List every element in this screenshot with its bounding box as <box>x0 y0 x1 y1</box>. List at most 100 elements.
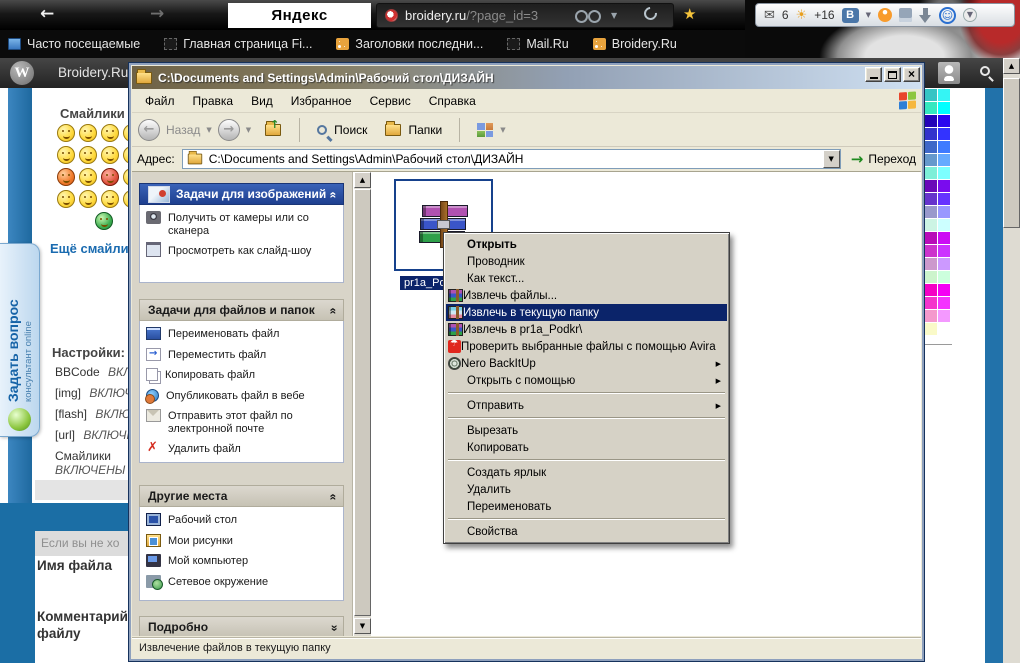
place-item[interactable]: Мой компьютер <box>146 555 337 568</box>
smiley-icon[interactable] <box>101 146 119 164</box>
smiley-icon[interactable] <box>79 190 97 208</box>
palette-swatch[interactable] <box>938 258 950 270</box>
palette-swatch[interactable] <box>925 271 937 283</box>
minimize-button[interactable] <box>865 67 882 82</box>
palette-swatch[interactable] <box>925 128 937 140</box>
search-button[interactable]: Поиск <box>310 119 374 141</box>
context-menu-item[interactable]: Удалить <box>446 481 727 498</box>
palette-swatch[interactable] <box>938 310 950 322</box>
go-arrow-icon[interactable]: → <box>851 150 864 168</box>
palette-swatch[interactable] <box>938 180 950 192</box>
smiley-icon[interactable] <box>57 146 75 164</box>
ask-question-tab[interactable]: Задать вопрос консультант online <box>0 243 40 437</box>
bookmark-item[interactable]: Broidery.Ru <box>593 37 677 51</box>
yandex-smiley-icon[interactable]: ☺ <box>939 7 956 24</box>
task-item[interactable]: Переместить файл <box>146 349 337 362</box>
scrollbar-thumb[interactable] <box>1003 78 1020 228</box>
maximize-button[interactable] <box>884 67 901 82</box>
palette-swatch[interactable] <box>925 219 937 231</box>
scrollbar-thumb[interactable] <box>354 189 371 616</box>
palette-swatch[interactable] <box>938 206 950 218</box>
palette-swatch[interactable] <box>938 271 950 283</box>
scroll-up-button[interactable]: ▲ <box>1003 58 1020 74</box>
site-title[interactable]: Broidery.Ru <box>58 65 128 80</box>
panel-header[interactable]: Другие места « <box>139 485 344 507</box>
palette-swatch[interactable] <box>938 232 950 244</box>
palette-swatch[interactable] <box>925 323 937 335</box>
context-menu-item[interactable]: Переименовать <box>446 498 727 515</box>
palette-swatch[interactable] <box>938 219 950 231</box>
address-input[interactable]: C:\Documents and Settings\Admin\Рабочий … <box>182 149 841 169</box>
palette-swatch[interactable] <box>925 180 937 192</box>
smiley-icon[interactable] <box>101 190 119 208</box>
palette-swatch[interactable] <box>925 102 937 114</box>
panel-header[interactable]: Подробно « <box>139 616 344 636</box>
palette-swatch[interactable] <box>938 284 950 296</box>
menu-item[interactable]: Файл <box>136 91 184 111</box>
context-menu-item[interactable] <box>446 456 727 464</box>
context-menu-item[interactable]: Nero BackItUp <box>446 355 727 372</box>
browser-scrollbar[interactable]: ▲ <box>1003 58 1020 663</box>
context-menu-item[interactable]: Отправить <box>446 397 727 414</box>
back-button[interactable]: ← <box>138 119 160 141</box>
palette-swatch[interactable] <box>925 89 937 101</box>
go-label[interactable]: Переход <box>868 152 916 166</box>
mail-envelope-icon[interactable]: ✉ <box>764 8 775 23</box>
menu-item[interactable]: Избранное <box>282 91 361 111</box>
up-folder-button[interactable] <box>265 124 281 136</box>
context-menu-item[interactable]: Извлечь в текущую папку <box>446 304 727 321</box>
wordpress-logo-icon[interactable]: W <box>10 61 34 85</box>
back-dropdown-icon[interactable]: ▼ <box>206 126 211 134</box>
window-titlebar[interactable]: C:\Documents and Settings\Admin\Рабочий … <box>132 66 921 89</box>
menu-item[interactable]: Сервис <box>361 91 420 111</box>
forward-button[interactable]: → <box>218 119 240 141</box>
palette-swatch[interactable] <box>938 323 950 335</box>
palette-swatch[interactable] <box>925 245 937 257</box>
setting-tag[interactable]: [img] <box>55 386 81 400</box>
smiley-icon[interactable] <box>57 168 75 186</box>
panel-header[interactable]: Задачи для изображений « <box>139 183 344 205</box>
place-item[interactable]: Сетевое окружение <box>146 576 337 589</box>
place-item[interactable]: Мои рисунки <box>146 535 337 548</box>
menu-item[interactable]: Справка <box>420 91 485 111</box>
vk-button[interactable]: В <box>842 8 859 23</box>
palette-swatch[interactable] <box>925 154 937 166</box>
chevron-up-icon[interactable]: « <box>327 308 341 315</box>
context-menu-item[interactable]: Открыть <box>446 236 727 253</box>
smiley-icon[interactable] <box>79 124 97 142</box>
collapse-chevron-icon[interactable]: ▼ <box>963 8 977 22</box>
task-item[interactable]: Удалить файл <box>146 443 337 456</box>
context-menu-item[interactable]: Открыть с помощью <box>446 372 727 389</box>
setting-tag[interactable]: BBCode <box>55 365 100 379</box>
download-arrow-icon[interactable] <box>919 8 932 23</box>
menu-item[interactable]: Вид <box>242 91 282 111</box>
palette-swatch[interactable] <box>938 128 950 140</box>
url-field[interactable]: broidery.ru/?page_id=3 <box>376 3 674 28</box>
palette-swatch[interactable] <box>938 141 950 153</box>
palette-swatch[interactable] <box>938 102 950 114</box>
smiley-icon[interactable] <box>101 168 119 186</box>
context-menu-item[interactable]: Извлечь в pr1a_Podkr\ <box>446 321 727 338</box>
palette-swatch[interactable] <box>925 206 937 218</box>
close-button[interactable]: × <box>903 67 920 82</box>
smiley-icon[interactable] <box>57 190 75 208</box>
panel-header[interactable]: Задачи для файлов и папок « <box>139 299 344 321</box>
chevron-up-icon[interactable]: « <box>327 494 341 501</box>
palette-swatch[interactable] <box>925 232 937 244</box>
smiley-icon[interactable] <box>57 124 75 142</box>
smiley-icon[interactable] <box>101 124 119 142</box>
chevron-down-icon[interactable]: « <box>327 625 341 632</box>
panel-scrollbar[interactable]: ▲ ▼ <box>354 172 371 636</box>
context-menu-item[interactable]: Создать ярлык <box>446 464 727 481</box>
bookmark-star-icon[interactable]: ★ <box>683 5 696 23</box>
palette-swatch[interactable] <box>925 284 937 296</box>
context-menu-item[interactable] <box>446 389 727 397</box>
task-item[interactable]: Получить от камеры или со сканера <box>146 212 337 237</box>
task-item[interactable]: Отправить этот файл по электронной почте <box>146 410 337 435</box>
menu-item[interactable]: Правка <box>184 91 243 111</box>
context-menu-item[interactable]: Извлечь файлы... <box>446 287 727 304</box>
browser-forward-button[interactable]: → <box>150 4 164 24</box>
palette-swatch[interactable] <box>938 89 950 101</box>
weather-sun-icon[interactable]: ☀ <box>796 8 808 23</box>
user-avatar-icon[interactable] <box>938 62 960 84</box>
